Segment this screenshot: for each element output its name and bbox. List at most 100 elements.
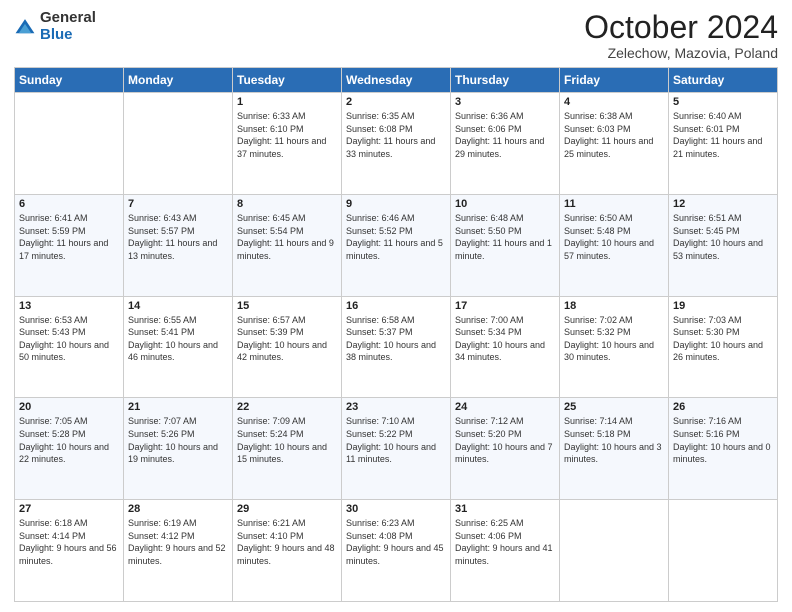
day-number: 14 — [128, 300, 228, 312]
calendar-day-header: Saturday — [669, 68, 778, 93]
calendar-cell: 27Sunrise: 6:18 AMSunset: 4:14 PMDayligh… — [15, 500, 124, 602]
calendar-cell: 16Sunrise: 6:58 AMSunset: 5:37 PMDayligh… — [342, 296, 451, 398]
day-info: Sunrise: 7:02 AMSunset: 5:32 PMDaylight:… — [564, 314, 664, 364]
calendar-cell: 24 Sunrise: 7:12 AMSunset: 5:20 PMDayligh… — [451, 398, 560, 500]
calendar-cell: 31 Sunrise: 6:25 AMSunset: 4:06 PMDayligh… — [451, 500, 560, 602]
day-number: 15 — [237, 300, 337, 312]
calendar-cell — [124, 93, 233, 195]
day-info: Sunrise: 6:25 AMSunset: 4:06 PMDaylight:… — [455, 517, 555, 567]
day-number: 22 — [237, 401, 337, 413]
calendar-cell: 6 Sunrise: 6:41 AMSunset: 5:59 PMDaylight… — [15, 194, 124, 296]
calendar-cell: 15Sunrise: 6:57 AMSunset: 5:39 PMDayligh… — [233, 296, 342, 398]
calendar-cell: 8 Sunrise: 6:45 AMSunset: 5:54 PMDaylight… — [233, 194, 342, 296]
day-info: Sunrise: 6:23 AMSunset: 4:08 PMDaylight:… — [346, 517, 446, 567]
day-info: Sunrise: 6:43 AMSunset: 5:57 PMDaylight:… — [128, 212, 228, 262]
day-info: Sunrise: 7:10 AMSunset: 5:22 PMDaylight:… — [346, 415, 446, 465]
day-number: 21 — [128, 401, 228, 413]
day-info: Sunrise: 7:07 AMSunset: 5:26 PMDaylight:… — [128, 415, 228, 465]
day-info: Sunrise: 6:35 AMSunset: 6:08 PMDaylight:… — [346, 110, 446, 160]
day-info: Sunrise: 6:50 AMSunset: 5:48 PMDaylight:… — [564, 212, 664, 262]
calendar-day-header: Wednesday — [342, 68, 451, 93]
day-info: Sunrise: 6:41 AMSunset: 5:59 PMDaylight:… — [19, 212, 119, 262]
day-info: Sunrise: 6:36 AMSunset: 6:06 PMDaylight:… — [455, 110, 555, 160]
day-number: 27 — [19, 503, 119, 515]
calendar-day-header: Monday — [124, 68, 233, 93]
day-number: 16 — [346, 300, 446, 312]
calendar-cell: 28Sunrise: 6:19 AMSunset: 4:12 PMDayligh… — [124, 500, 233, 602]
calendar-cell: 23 Sunrise: 7:10 AMSunset: 5:22 PMDayligh… — [342, 398, 451, 500]
day-info: Sunrise: 7:00 AMSunset: 5:34 PMDaylight:… — [455, 314, 555, 364]
calendar-cell: 26 Sunrise: 7:16 AMSunset: 5:16 PMDayligh… — [669, 398, 778, 500]
day-info: Sunrise: 6:55 AMSunset: 5:41 PMDaylight:… — [128, 314, 228, 364]
calendar-day-header: Sunday — [15, 68, 124, 93]
calendar-cell: 10 Sunrise: 6:48 AMSunset: 5:50 PMDayligh… — [451, 194, 560, 296]
day-number: 12 — [673, 198, 773, 210]
day-info: Sunrise: 7:14 AMSunset: 5:18 PMDaylight:… — [564, 415, 664, 465]
day-number: 31 — [455, 503, 555, 515]
calendar-cell: 30Sunrise: 6:23 AMSunset: 4:08 PMDayligh… — [342, 500, 451, 602]
day-info: Sunrise: 7:03 AMSunset: 5:30 PMDaylight:… — [673, 314, 773, 364]
calendar-cell: 29 Sunrise: 6:21 AMSunset: 4:10 PMDayligh… — [233, 500, 342, 602]
day-number: 13 — [19, 300, 119, 312]
calendar-cell: 13 Sunrise: 6:53 AMSunset: 5:43 PMDayligh… — [15, 296, 124, 398]
calendar-cell: 11 Sunrise: 6:50 AMSunset: 5:48 PMDayligh… — [560, 194, 669, 296]
day-number: 29 — [237, 503, 337, 515]
calendar-header-row: SundayMondayTuesdayWednesdayThursdayFrid… — [15, 68, 778, 93]
calendar-cell: 17 Sunrise: 7:00 AMSunset: 5:34 PMDayligh… — [451, 296, 560, 398]
day-number: 6 — [19, 198, 119, 210]
day-number: 5 — [673, 96, 773, 108]
day-info: Sunrise: 7:16 AMSunset: 5:16 PMDaylight:… — [673, 415, 773, 465]
calendar-cell: 1 Sunrise: 6:33 AMSunset: 6:10 PMDaylight… — [233, 93, 342, 195]
day-info: Sunrise: 7:05 AMSunset: 5:28 PMDaylight:… — [19, 415, 119, 465]
header: General Blue October 2024 Zelechow, Mazo… — [14, 10, 778, 61]
day-number: 9 — [346, 198, 446, 210]
day-number: 7 — [128, 198, 228, 210]
day-number: 10 — [455, 198, 555, 210]
calendar-week-row: 6 Sunrise: 6:41 AMSunset: 5:59 PMDaylight… — [15, 194, 778, 296]
day-info: Sunrise: 6:33 AMSunset: 6:10 PMDaylight:… — [237, 110, 337, 160]
logo: General Blue — [14, 10, 96, 43]
calendar-cell: 20 Sunrise: 7:05 AMSunset: 5:28 PMDayligh… — [15, 398, 124, 500]
day-number: 8 — [237, 198, 337, 210]
day-number: 1 — [237, 96, 337, 108]
day-info: Sunrise: 7:09 AMSunset: 5:24 PMDaylight:… — [237, 415, 337, 465]
calendar-week-row: 20 Sunrise: 7:05 AMSunset: 5:28 PMDayligh… — [15, 398, 778, 500]
calendar-cell: 3Sunrise: 6:36 AMSunset: 6:06 PMDaylight… — [451, 93, 560, 195]
day-info: Sunrise: 6:40 AMSunset: 6:01 PMDaylight:… — [673, 110, 773, 160]
day-number: 20 — [19, 401, 119, 413]
day-info: Sunrise: 7:12 AMSunset: 5:20 PMDaylight:… — [455, 415, 555, 465]
calendar-cell: 2 Sunrise: 6:35 AMSunset: 6:08 PMDaylight… — [342, 93, 451, 195]
day-number: 26 — [673, 401, 773, 413]
day-info: Sunrise: 6:53 AMSunset: 5:43 PMDaylight:… — [19, 314, 119, 364]
day-info: Sunrise: 6:46 AMSunset: 5:52 PMDaylight:… — [346, 212, 446, 262]
calendar-cell: 4 Sunrise: 6:38 AMSunset: 6:03 PMDaylight… — [560, 93, 669, 195]
day-info: Sunrise: 6:51 AMSunset: 5:45 PMDaylight:… — [673, 212, 773, 262]
day-number: 2 — [346, 96, 446, 108]
day-info: Sunrise: 6:48 AMSunset: 5:50 PMDaylight:… — [455, 212, 555, 262]
calendar-cell — [560, 500, 669, 602]
day-info: Sunrise: 6:45 AMSunset: 5:54 PMDaylight:… — [237, 212, 337, 262]
month-title: October 2024 — [584, 10, 778, 45]
day-number: 24 — [455, 401, 555, 413]
day-number: 19 — [673, 300, 773, 312]
calendar-cell: 14 Sunrise: 6:55 AMSunset: 5:41 PMDayligh… — [124, 296, 233, 398]
subtitle: Zelechow, Mazovia, Poland — [584, 45, 778, 61]
calendar-week-row: 27Sunrise: 6:18 AMSunset: 4:14 PMDayligh… — [15, 500, 778, 602]
calendar-cell: 7 Sunrise: 6:43 AMSunset: 5:57 PMDaylight… — [124, 194, 233, 296]
logo-icon — [14, 16, 36, 38]
day-number: 23 — [346, 401, 446, 413]
day-number: 4 — [564, 96, 664, 108]
calendar-cell: 22 Sunrise: 7:09 AMSunset: 5:24 PMDayligh… — [233, 398, 342, 500]
calendar-cell: 9 Sunrise: 6:46 AMSunset: 5:52 PMDaylight… — [342, 194, 451, 296]
logo-general-text: General — [40, 9, 96, 26]
calendar-cell — [15, 93, 124, 195]
day-info: Sunrise: 6:38 AMSunset: 6:03 PMDaylight:… — [564, 110, 664, 160]
calendar-cell: 5 Sunrise: 6:40 AMSunset: 6:01 PMDaylight… — [669, 93, 778, 195]
calendar-day-header: Friday — [560, 68, 669, 93]
logo-blue-text: Blue — [40, 26, 73, 43]
day-info: Sunrise: 6:21 AMSunset: 4:10 PMDaylight:… — [237, 517, 337, 567]
day-number: 17 — [455, 300, 555, 312]
day-number: 11 — [564, 198, 664, 210]
calendar-cell: 25Sunrise: 7:14 AMSunset: 5:18 PMDayligh… — [560, 398, 669, 500]
calendar-week-row: 13 Sunrise: 6:53 AMSunset: 5:43 PMDayligh… — [15, 296, 778, 398]
